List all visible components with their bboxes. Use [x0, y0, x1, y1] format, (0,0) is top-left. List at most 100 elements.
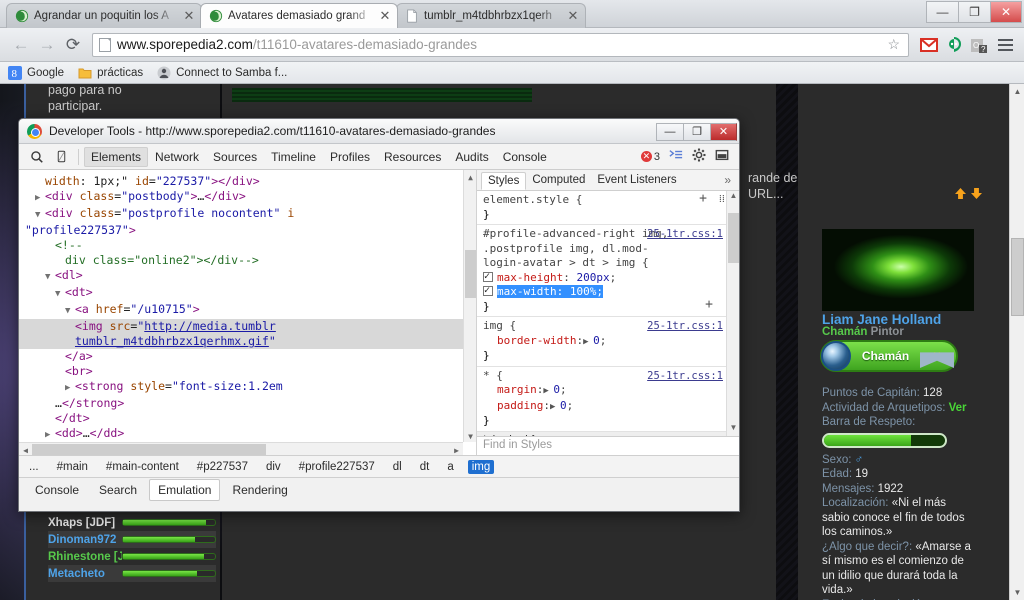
declaration-value[interactable]: 0	[593, 334, 600, 347]
breadcrumb-item-a[interactable]: a	[443, 460, 457, 474]
close-icon[interactable]: ✕	[567, 9, 579, 22]
css-declaration[interactable]: padding:▶ 0;	[483, 399, 723, 415]
dom-tree-line[interactable]: ▼ <div class="postprofile nocontent" i	[19, 206, 476, 223]
dom-tree-line[interactable]: <!--	[19, 238, 476, 253]
dom-tree-line[interactable]: <br>	[19, 364, 476, 379]
disclosure-triangle-icon[interactable]: ▶	[65, 381, 75, 396]
devtools-tab-resources[interactable]: Resources	[377, 147, 448, 167]
dom-vertical-scrollbar[interactable]: ▲ ▼	[463, 170, 476, 442]
maximize-button[interactable]: ❐	[958, 1, 990, 23]
bookmark-samba[interactable]: Connect to Samba f...	[157, 66, 287, 80]
minimize-button[interactable]: —	[926, 1, 958, 23]
css-declaration[interactable]: max-width: 100%;	[483, 284, 723, 300]
drawer-tab-rendering[interactable]: Rendering	[224, 480, 295, 500]
user-name[interactable]: Rhinestone [JDF]	[48, 551, 122, 563]
outlook-icon[interactable]: O?	[968, 34, 990, 56]
user-name[interactable]: Metacheto	[48, 568, 122, 580]
close-icon[interactable]: ✕	[379, 9, 391, 22]
dom-tree-line[interactable]: div class="online2"></div-->	[19, 253, 476, 268]
dom-tree-panel[interactable]: width: 1px;" id="227537"></div> ▶ <div cla…	[19, 170, 477, 455]
bookmark-practicas[interactable]: prácticas	[78, 66, 143, 80]
drawer-tab-search[interactable]: Search	[91, 480, 145, 500]
user-name[interactable]: Xhaps [JDF]	[48, 517, 122, 529]
declaration-value[interactable]: 0	[553, 383, 560, 396]
bookmark-google[interactable]: 8 Google	[8, 65, 64, 80]
breadcrumb-item-profile227537[interactable]: #profile227537	[295, 460, 379, 474]
declaration-value[interactable]: 100%	[570, 285, 597, 298]
find-in-styles-input[interactable]: Find in Styles	[477, 436, 739, 455]
list-item[interactable]: Xhaps [JDF]	[48, 514, 216, 531]
devtools-close-button[interactable]: ✕	[710, 122, 737, 141]
browser-tab-2[interactable]: tumblr_m4tdbhrbzx1qerh ✕	[396, 3, 586, 28]
scrollbar-thumb[interactable]	[465, 250, 476, 298]
drawer-tab-console[interactable]: Console	[27, 480, 87, 500]
disclosure-triangle-icon[interactable]: ▼	[65, 304, 75, 319]
reload-icon[interactable]: ⟳	[60, 32, 86, 58]
scroll-up-arrow-icon[interactable]: ▲	[1010, 84, 1024, 99]
pseudo-state-icon[interactable]: ⁞⁞	[719, 192, 725, 207]
dom-tree-line[interactable]: </dt>	[19, 411, 476, 426]
magnifier-icon[interactable]	[25, 145, 49, 169]
dom-tree-line[interactable]: <img src="http://media.tumblr	[19, 319, 476, 334]
css-rule[interactable]: 25-1tr.css:1 * { margin:▶ 0; padding:▶ 0; …	[477, 367, 739, 432]
css-rule[interactable]: 25-1tr.css:1 img { border-width:▶ 0; }	[477, 317, 739, 367]
disclosure-triangle-icon[interactable]: ▶	[45, 428, 55, 443]
styles-tab-computed[interactable]: Computed	[526, 172, 591, 188]
dom-tree-line[interactable]: ▶ <strong style="font-size:1.2em	[19, 379, 476, 396]
stat-value-link[interactable]: Ver	[949, 402, 967, 414]
dom-tree-line[interactable]: …</strong>	[19, 396, 476, 411]
css-declaration[interactable]: max-height: 200px;	[483, 270, 723, 286]
browser-tab-0[interactable]: Agrandar un poquitin los A ✕	[6, 3, 202, 28]
declaration-checkbox[interactable]	[483, 284, 493, 299]
scrollbar-thumb[interactable]	[728, 213, 739, 263]
dom-tree-line[interactable]: "profile227537">	[19, 223, 476, 238]
list-item[interactable]: Dinoman972	[48, 531, 216, 548]
close-button[interactable]: ✕	[990, 1, 1022, 23]
scroll-down-arrow-icon[interactable]: ▼	[1010, 585, 1024, 600]
forward-arrow-icon[interactable]: →	[34, 32, 60, 58]
scroll-down-arrow-icon[interactable]: ▼	[464, 429, 476, 442]
add-declaration-icon[interactable]: +	[705, 297, 713, 313]
profile-username[interactable]: Liam Jane Holland	[822, 312, 941, 327]
device-toggle-icon[interactable]	[49, 145, 73, 169]
scroll-up-arrow-icon[interactable]: ▲	[727, 191, 739, 204]
breadcrumb-item-img[interactable]: img	[467, 459, 495, 474]
scrollbar-thumb[interactable]	[32, 444, 266, 455]
breadcrumb-item-main-content[interactable]: #main-content	[102, 460, 183, 474]
rule-selector[interactable]: #profile-advanced-right img, .postprofil…	[483, 227, 669, 271]
styles-tabs-overflow-icon[interactable]: »	[724, 173, 739, 187]
dock-window-icon[interactable]	[715, 148, 729, 165]
developer-tools-window[interactable]: Developer Tools - http://www.sporepedia2…	[18, 118, 740, 512]
css-declaration[interactable]: border-width:▶ 0;	[483, 334, 723, 350]
devtools-tab-timeline[interactable]: Timeline	[264, 147, 323, 167]
breadcrumb-item-main[interactable]: #main	[53, 460, 92, 474]
error-count-badge[interactable]: ✕ 3	[640, 151, 660, 163]
address-bar[interactable]: www.sporepedia2.com/t11610-avatares-dema…	[92, 32, 909, 57]
console-drawer-icon[interactable]	[669, 148, 683, 165]
gear-icon[interactable]	[692, 148, 706, 165]
devtools-maximize-button[interactable]: ❐	[683, 122, 710, 141]
declaration-property[interactable]: max-height	[497, 271, 563, 284]
devtools-tab-profiles[interactable]: Profiles	[323, 147, 377, 167]
dom-tree-line[interactable]: ▼ <dt>	[19, 285, 476, 302]
scroll-right-arrow-icon[interactable]: ▶	[450, 443, 463, 455]
devtools-tab-console[interactable]: Console	[496, 147, 554, 167]
bookmark-star-icon[interactable]: ☆	[883, 36, 904, 53]
page-scrollbar[interactable]: ▲ ▼	[1009, 84, 1024, 600]
styles-vertical-scrollbar[interactable]: ▲ ▼	[726, 191, 739, 436]
declaration-highlighted[interactable]: max-width: 100%;	[497, 285, 603, 298]
styles-panel[interactable]: Styles Computed Event Listeners » elemen…	[477, 170, 739, 455]
breadcrumb-item-ellipsis[interactable]: ...	[25, 460, 43, 474]
dom-tree-line[interactable]: </a>	[19, 349, 476, 364]
styles-tab-event-listeners[interactable]: Event Listeners	[591, 172, 682, 188]
gmail-icon[interactable]	[918, 34, 940, 56]
declaration-property[interactable]: margin	[497, 383, 537, 396]
dom-tree-line[interactable]: ▶<dd>…</dd>	[19, 426, 476, 443]
scroll-up-arrow-icon[interactable]: ▲	[464, 170, 476, 183]
devtools-tab-network[interactable]: Network	[148, 147, 206, 167]
list-item[interactable]: Rhinestone [JDF]	[48, 548, 216, 565]
breadcrumb-item-p227537[interactable]: #p227537	[193, 460, 252, 474]
devtools-title-bar[interactable]: Developer Tools - http://www.sporepedia2…	[19, 119, 739, 144]
profile-avatar-image[interactable]	[822, 229, 974, 311]
add-rule-icon[interactable]: +	[699, 191, 707, 207]
